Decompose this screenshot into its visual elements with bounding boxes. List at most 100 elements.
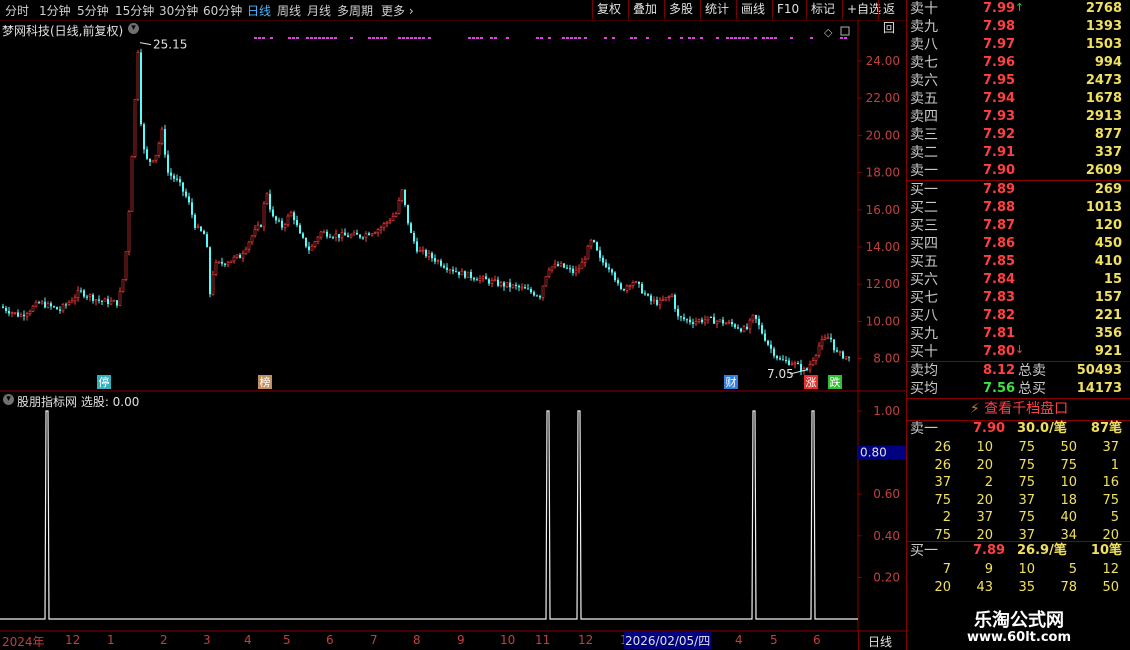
ask-row[interactable]: 卖三 7.92 877 [907, 126, 1122, 144]
period-tab-0[interactable]: 分时 [5, 2, 29, 19]
candle-body [541, 285, 545, 298]
candle-body [583, 258, 587, 263]
period-tab-5[interactable]: 60分钟 [203, 2, 242, 19]
chevron-down-icon[interactable]: ▾ [3, 394, 14, 405]
candle-body [617, 280, 619, 284]
candle-body [382, 223, 386, 229]
ask-row[interactable]: 卖一 7.90 2609 [907, 162, 1122, 180]
candle-body [476, 279, 478, 281]
candle-body [593, 240, 595, 242]
date-label: 4 [244, 633, 252, 647]
period-tab-2[interactable]: 5分钟 [77, 2, 109, 19]
toolbar-button-0[interactable]: 复权 [592, 0, 625, 19]
candle-body [589, 239, 593, 247]
candle-body [580, 262, 584, 269]
candle-body [547, 269, 551, 277]
bid-row[interactable]: 买三 7.87 120 [907, 217, 1122, 235]
candle-body [427, 252, 431, 257]
bid-row[interactable]: 买九 7.81 356 [907, 325, 1122, 343]
period-tab-4[interactable]: 30分钟 [159, 2, 198, 19]
toolbar-button-3[interactable]: 统计 [700, 0, 733, 19]
bid-row[interactable]: 买七 7.83 157 [907, 289, 1122, 307]
ask-row[interactable]: 卖九 7.98 1393 [907, 18, 1122, 36]
signal-dot [540, 37, 543, 39]
ask-row[interactable]: 卖二 7.91 337 [907, 144, 1122, 162]
toolbar-button-4[interactable]: 画线 [736, 0, 769, 19]
ask-row[interactable]: 卖八 7.97 1503 [907, 36, 1122, 54]
signal-dot [310, 37, 313, 39]
order-queue-cell: 37 [1102, 440, 1119, 455]
candle-body [121, 279, 125, 292]
book-level-label: 买十 [910, 344, 938, 360]
candle-body [499, 282, 503, 287]
watermark-url: www.60lt.com [966, 630, 1072, 645]
window-box-icon[interactable] [840, 26, 850, 36]
signal-dot [506, 37, 509, 39]
candle-body [17, 312, 19, 317]
bid-row[interactable]: 买六 7.84 15 [907, 271, 1122, 289]
signal-dot [494, 37, 497, 39]
indicator-chart[interactable]: 1.00 0.80 0.60 0.40 0.20 ▾ 股朋指标网 选股: 0.00 [0, 392, 906, 632]
bid-row[interactable]: 买八 7.82 221 [907, 307, 1122, 325]
candle-body [407, 204, 409, 224]
ask-row[interactable]: 卖六 7.95 2473 [907, 72, 1122, 90]
candle-body [620, 283, 622, 289]
period-tab-10[interactable]: 更多 › [381, 2, 414, 19]
indicator-cursor-value: 0.80 [860, 446, 887, 460]
toolbar-button-1[interactable]: 叠加 [628, 0, 661, 19]
signal-dot [692, 37, 695, 39]
candle-body [416, 241, 418, 252]
candle-body [631, 282, 635, 286]
candle-body [38, 302, 40, 304]
price-tick-label: 14.00 [866, 240, 900, 254]
total-volume: 14173 [1076, 381, 1122, 396]
order-queue-cell: 2 [984, 475, 993, 490]
candle-body [299, 225, 301, 234]
candlestick-chart[interactable]: 梦网科技(日线,前复权) ▾ 24.00 22.00 20.00 18.00 16.00… [0, 20, 906, 392]
signal-dot [318, 37, 321, 39]
candle-body [397, 200, 401, 214]
candle-body [94, 299, 98, 302]
bid-row[interactable]: 买二 7.88 1013 [907, 199, 1122, 217]
bid-row[interactable]: 买四 7.86 450 [907, 235, 1122, 253]
period-tab-1[interactable]: 1分钟 [39, 2, 71, 19]
candle-body [644, 293, 646, 295]
candle-body [713, 317, 715, 324]
candle-body [376, 229, 380, 234]
candle-body [275, 216, 277, 221]
period-tab-8[interactable]: 月线 [307, 2, 331, 19]
candle-body [658, 299, 662, 306]
diamond-icon[interactable]: ◇ [824, 26, 833, 39]
toolbar-button-8[interactable]: 返回 [878, 0, 906, 35]
signal-dot [330, 37, 333, 39]
level1-price: 7.89 [973, 543, 1006, 558]
candle-body [677, 308, 679, 317]
view-depth-button[interactable]: ⚡ 查看千档盘口 [907, 399, 1130, 419]
order-queue-row: 26 20 75 75 1 [907, 457, 1122, 475]
ask-row[interactable]: 卖七 7.96 994 [907, 54, 1122, 72]
toolbar-button-5[interactable]: F10 [772, 0, 803, 19]
avg-label: 买均 [910, 381, 938, 397]
candle-body [269, 193, 271, 210]
period-tab-6[interactable]: 日线 [247, 2, 271, 19]
candle-body [440, 260, 442, 266]
book-level-label: 买二 [910, 200, 938, 216]
bid-row[interactable]: 买一 7.89 269 [907, 181, 1122, 199]
book-level-label: 卖九 [910, 19, 938, 35]
toolbar-button-6[interactable]: 标记 [806, 0, 839, 19]
bid-row[interactable]: 买五 7.85 410 [907, 253, 1122, 271]
candle-body [385, 221, 389, 224]
period-tab-3[interactable]: 15分钟 [115, 2, 154, 19]
period-tab-9[interactable]: 多周期 [337, 2, 373, 19]
candle-body [830, 337, 832, 340]
candle-body [157, 142, 161, 156]
toolbar-button-2[interactable]: 多股 [664, 0, 697, 19]
candle-body [596, 241, 598, 251]
candle-body [614, 272, 616, 281]
period-tab-7[interactable]: 周线 [277, 2, 301, 19]
candle-body [136, 52, 140, 100]
ask-row[interactable]: 卖四 7.93 2913 [907, 108, 1122, 126]
date-cursor-label: 2026/02/05/四 [624, 632, 712, 649]
signal-dot [730, 37, 733, 39]
ask-row[interactable]: 卖五 7.94 1678 [907, 90, 1122, 108]
